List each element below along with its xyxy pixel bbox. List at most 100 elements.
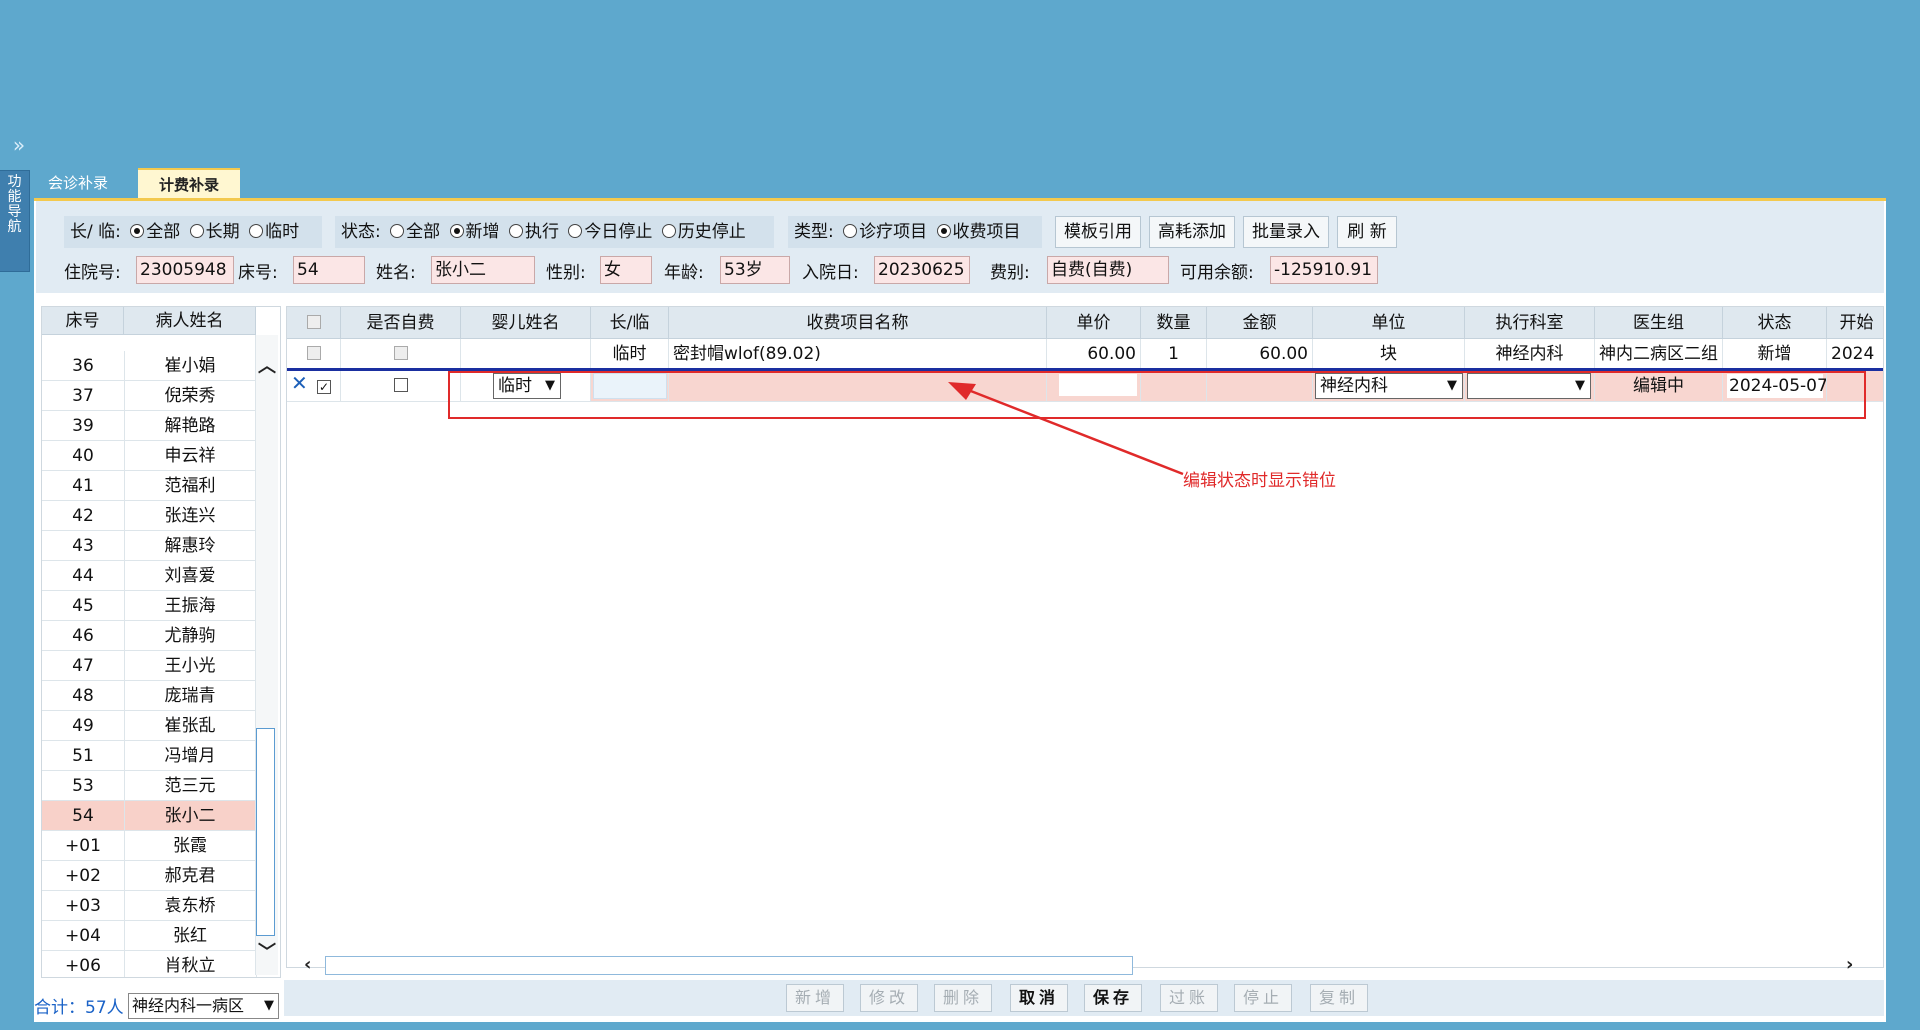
stop-button[interactable]: 停止 <box>1234 984 1292 1012</box>
patient-name: 解艳路 <box>124 411 257 441</box>
bed-list-row[interactable]: 54 张小二 <box>42 801 257 831</box>
bed-list-row[interactable]: 49 崔张乱 <box>42 711 257 741</box>
radio-status-today-stop[interactable] <box>568 224 583 238</box>
row-select-cell[interactable] <box>287 339 341 370</box>
radio-type-long[interactable] <box>189 224 204 238</box>
radio-category-treatment[interactable] <box>843 224 858 238</box>
patient-name: 袁东桥 <box>124 891 257 921</box>
edit-row-select-cell[interactable]: ✕ ✓ <box>287 371 341 402</box>
template-button[interactable]: 模板引用 <box>1055 216 1141 248</box>
price-cell: 60.00 <box>1047 339 1141 370</box>
radio-category-charge[interactable] <box>936 224 951 238</box>
bed-list-row[interactable]: 39 解艳路 <box>42 411 257 441</box>
bed-list-row[interactable]: 44 刘喜爱 <box>42 561 257 591</box>
bed-list-row[interactable]: 51 冯增月 <box>42 741 257 771</box>
high-cost-button[interactable]: 高耗添加 <box>1149 216 1235 248</box>
radio-label: 收费项目 <box>952 222 1021 242</box>
qty-cell: 1 <box>1141 339 1207 370</box>
col-header-status[interactable]: 状态 <box>1723 307 1827 339</box>
scroll-down-icon[interactable]: ﹀ <box>258 938 276 964</box>
radio-label: 今日停止 <box>584 222 653 242</box>
cancel-button[interactable]: 取消 <box>1010 984 1068 1012</box>
bed-list-row[interactable]: +01 张霞 <box>42 831 257 861</box>
bed-list-row[interactable]: 46 尤静驹 <box>42 621 257 651</box>
col-header-qty[interactable]: 数量 <box>1141 307 1207 339</box>
bed-list-row[interactable]: 36 崔小娟 <box>42 351 257 381</box>
nav-char: 导 <box>7 204 22 220</box>
edit-row-checkbox[interactable]: ✓ <box>317 380 331 394</box>
bed-list-row[interactable]: 42 张连兴 <box>42 501 257 531</box>
category-filter: 类型: 诊疗项目 收费项目 <box>788 216 1042 248</box>
select-all-header[interactable] <box>287 307 341 339</box>
refresh-button[interactable]: 刷 新 <box>1337 216 1397 248</box>
radio-status-all[interactable] <box>390 224 405 238</box>
col-header-unit[interactable]: 单位 <box>1313 307 1465 339</box>
bed-number: 39 <box>42 411 125 441</box>
cancel-edit-icon[interactable]: ✕ <box>291 371 308 399</box>
radio-type-temp[interactable] <box>249 224 264 238</box>
gender-field: 女 <box>600 256 652 284</box>
horizontal-scrollbar[interactable] <box>325 956 1133 975</box>
balance-field: -125910.91 <box>1270 256 1378 284</box>
col-header-baby-name[interactable]: 婴儿姓名 <box>461 307 591 339</box>
self-pay-checkbox[interactable] <box>393 346 408 360</box>
bed-list-row[interactable]: 45 王振海 <box>42 591 257 621</box>
expand-nav-icon[interactable]: » <box>8 134 30 156</box>
bed-list-row[interactable]: +03 袁东桥 <box>42 891 257 921</box>
bed-number: 42 <box>42 501 125 531</box>
dept-select[interactable]: 神经内科一病区 ▼ <box>128 993 279 1019</box>
col-header-amount[interactable]: 金额 <box>1207 307 1313 339</box>
radio-status-history-stop[interactable] <box>661 224 676 238</box>
col-header-doctor-group[interactable]: 医生组 <box>1595 307 1723 339</box>
bed-list-row[interactable]: 43 解惠玲 <box>42 531 257 561</box>
col-header-self-pay[interactable]: 是否自费 <box>341 307 461 339</box>
radio-status-exec[interactable] <box>508 224 523 238</box>
function-nav-tab[interactable]: 功 能 导 航 <box>0 170 30 272</box>
edit-self-pay-checkbox[interactable] <box>393 378 408 392</box>
row-checkbox[interactable] <box>306 346 321 360</box>
scroll-left-icon[interactable]: ‹ <box>304 954 311 975</box>
copy-button[interactable]: 复制 <box>1310 984 1368 1012</box>
patient-name: 范三元 <box>124 771 257 801</box>
radio-type-all[interactable] <box>130 224 145 238</box>
batch-entry-button[interactable]: 批量录入 <box>1243 216 1329 248</box>
annotation-arrow <box>948 382 1184 476</box>
col-header-exec-dept[interactable]: 执行科室 <box>1465 307 1595 339</box>
bed-list-row[interactable]: 47 王小光 <box>42 651 257 681</box>
patient-name-col-header[interactable]: 病人姓名 <box>124 307 256 335</box>
patient-name: 王振海 <box>124 591 257 621</box>
col-header-item-name[interactable]: 收费项目名称 <box>669 307 1047 339</box>
bed-list-row[interactable]: +02 郝克君 <box>42 861 257 891</box>
bed-list-row[interactable]: 37 倪荣秀 <box>42 381 257 411</box>
self-pay-cell[interactable] <box>341 339 461 370</box>
patient-name: 申云祥 <box>124 441 257 471</box>
patient-name: 肖秋立 <box>124 951 257 977</box>
col-header-price[interactable]: 单价 <box>1047 307 1141 339</box>
bed-list-row[interactable]: 40 申云祥 <box>42 441 257 471</box>
save-button[interactable]: 保存 <box>1084 984 1142 1012</box>
admit-date-field: 20230625 <box>874 256 970 284</box>
modify-button[interactable]: 修改 <box>860 984 918 1012</box>
nav-char: 航 <box>7 219 22 235</box>
bed-list-row[interactable]: +06 肖秋立 <box>42 951 257 977</box>
scroll-right-icon[interactable]: › <box>1846 954 1853 975</box>
col-header-type[interactable]: 长/临 <box>591 307 669 339</box>
bed-col-header[interactable]: 床号 <box>42 307 124 335</box>
scroll-thumb[interactable] <box>256 728 275 936</box>
bed-list-row[interactable]: 41 范福利 <box>42 471 257 501</box>
select-all-checkbox[interactable] <box>306 315 321 329</box>
delete-button[interactable]: 删除 <box>934 984 992 1012</box>
new-button[interactable]: 新增 <box>786 984 844 1012</box>
edit-self-pay-cell[interactable] <box>341 371 461 402</box>
bed-list-row[interactable]: +04 张红 <box>42 921 257 951</box>
doctor-group-cell: 神内二病区二组 <box>1595 339 1723 370</box>
post-button[interactable]: 过账 <box>1160 984 1218 1012</box>
bed-list-row[interactable]: 53 范三元 <box>42 771 257 801</box>
radio-status-new[interactable] <box>449 224 464 238</box>
bed-list-row[interactable]: 48 庞瑞青 <box>42 681 257 711</box>
tab-consultation-supplement[interactable]: 会诊补录 <box>36 168 136 198</box>
type-cell: 临时 <box>591 339 669 370</box>
tab-billing-supplement[interactable]: 计费补录 <box>138 168 240 198</box>
col-header-start[interactable]: 开始 <box>1827 307 1883 339</box>
scroll-up-icon[interactable]: ︿ <box>258 352 276 378</box>
